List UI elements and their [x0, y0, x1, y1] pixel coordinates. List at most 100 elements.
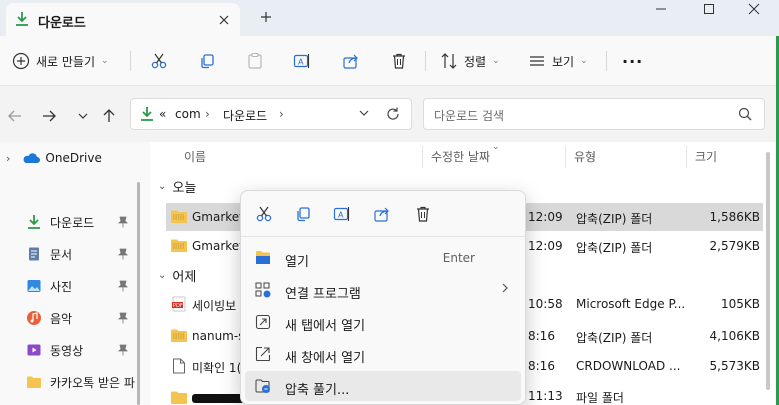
new-tab-icon[interactable]: [256, 7, 276, 27]
zip-folder-icon: [170, 209, 188, 224]
minimize-icon[interactable]: [638, 0, 684, 18]
file-type: CRDOWNLOAD ...: [576, 359, 681, 373]
cut-icon[interactable]: [253, 203, 275, 225]
sidebar-item-pictures[interactable]: 사진: [0, 274, 150, 298]
pin-icon: [118, 248, 128, 260]
document-icon: [26, 246, 42, 262]
rename-icon[interactable]: A: [331, 203, 353, 225]
column-header-name[interactable]: 이름: [184, 148, 206, 165]
sidebar-label: 문서: [50, 247, 73, 262]
file-modified: 8:16: [528, 329, 555, 343]
file-list-scrollbar[interactable]: [766, 152, 770, 390]
menu-item-extract[interactable]: 압축 풀기...: [245, 371, 521, 401]
new-window-icon: [255, 346, 271, 362]
pictures-icon: [26, 278, 42, 294]
folder-icon: [170, 390, 188, 405]
file-modified: 11:13: [528, 389, 563, 403]
tab-close-icon[interactable]: [214, 10, 234, 30]
view-button[interactable]: 보기 ⌄: [528, 48, 588, 74]
breadcrumb-chevron-icon[interactable]: ›: [279, 107, 284, 121]
menu-item-open-new-tab[interactable]: 새 탭에서 열기: [245, 307, 521, 337]
menu-item-open-new-window[interactable]: 새 창에서 열기: [245, 339, 521, 369]
cloud-icon: [22, 152, 41, 164]
paste-icon[interactable]: [244, 48, 266, 74]
pin-icon: [118, 216, 128, 228]
sidebar-item-onedrive[interactable]: › OneDrive: [0, 146, 150, 170]
delete-icon[interactable]: [412, 203, 434, 225]
sort-button[interactable]: 정렬 ⌄: [440, 48, 500, 74]
command-bar: 새로 만들기 ⌄ A 정렬 ⌄ 보기 ⌄ ···: [0, 36, 779, 86]
music-icon: [26, 310, 42, 326]
menu-item-open-with[interactable]: 연결 프로그램: [245, 275, 521, 305]
zip-folder-icon: [170, 238, 188, 253]
menu-item-label: 새 창에서 열기: [285, 351, 366, 366]
new-button[interactable]: 새로 만들기 ⌄: [12, 48, 109, 74]
group-header-yesterday[interactable]: ⌄ 어제: [158, 266, 196, 285]
up-arrow-icon[interactable]: [98, 105, 120, 127]
delete-icon[interactable]: [388, 48, 410, 74]
navpane-scrollbar[interactable]: [137, 182, 140, 405]
context-menu: A 열기 Enter 연결 프로그램 새 탭에서 열기 새 창에서 열기 압축 …: [240, 190, 527, 405]
open-folder-icon: [255, 250, 271, 265]
svg-text:A: A: [338, 211, 344, 220]
back-arrow-icon[interactable]: [4, 105, 26, 127]
column-header-size[interactable]: 크기: [695, 148, 717, 165]
sidebar-item-music[interactable]: 음악: [0, 306, 150, 330]
column-header-type[interactable]: 유형: [574, 148, 596, 165]
file-size: 2,579KB: [709, 239, 760, 253]
sidebar-label: 동영상: [50, 343, 84, 358]
address-dropdown-icon[interactable]: [358, 107, 370, 119]
pin-icon: [118, 280, 128, 292]
extract-zip-icon: [255, 378, 271, 394]
address-segment-downloads[interactable]: 다운로드: [223, 107, 267, 124]
breadcrumb-chevron-icon[interactable]: ›: [205, 107, 210, 121]
menu-item-label: 새 탭에서 열기: [285, 319, 366, 334]
copy-icon[interactable]: [292, 203, 314, 225]
sidebar-item-downloads[interactable]: 다운로드: [0, 210, 150, 234]
file-size: 5,573KB: [709, 359, 760, 373]
refresh-icon[interactable]: [385, 106, 401, 122]
menu-item-shortcut: Enter: [442, 251, 475, 265]
pin-icon: [118, 312, 128, 324]
share-icon[interactable]: [371, 203, 393, 225]
file-type: 파일 폴더: [576, 391, 624, 405]
sidebar-item-documents[interactable]: 문서: [0, 242, 150, 266]
download-icon: [14, 11, 30, 27]
tab-downloads[interactable]: 다운로드: [6, 3, 240, 36]
collapse-chevron-icon: ⌄: [158, 181, 167, 192]
more-options-button[interactable]: ···: [622, 48, 643, 74]
rename-icon[interactable]: A: [291, 48, 313, 74]
address-bar[interactable]: « com › 다운로드 ›: [130, 98, 412, 130]
share-icon[interactable]: [340, 48, 362, 74]
context-menu-quick-actions: A: [241, 191, 527, 237]
group-label: 오늘: [172, 181, 197, 196]
sidebar-item-videos[interactable]: 동영상: [0, 338, 150, 362]
address-overflow[interactable]: «: [159, 107, 166, 121]
search-input[interactable]: 다운로드 검색: [423, 98, 765, 130]
address-segment-com[interactable]: com: [175, 107, 201, 121]
file-type: 압축(ZIP) 폴더: [576, 241, 653, 255]
cut-icon[interactable]: [148, 48, 170, 74]
search-placeholder: 다운로드 검색: [434, 109, 505, 123]
search-icon[interactable]: [738, 107, 752, 121]
forward-arrow-icon[interactable]: [38, 105, 60, 127]
maximize-icon[interactable]: [686, 0, 732, 18]
file-modified: 12:09: [528, 239, 563, 253]
menu-item-open[interactable]: 열기 Enter: [245, 243, 521, 273]
group-header-today[interactable]: ⌄ 오늘: [158, 177, 196, 196]
expand-chevron-icon[interactable]: ›: [6, 152, 10, 165]
file-type: 압축(ZIP) 폴더: [576, 331, 653, 345]
sidebar-item-kakaotalk[interactable]: 카카오톡 받은 파: [0, 370, 138, 394]
copy-icon[interactable]: [196, 48, 218, 74]
close-window-icon[interactable]: [731, 0, 777, 18]
group-label: 어제: [172, 270, 197, 285]
recent-chevron-icon[interactable]: [72, 105, 94, 127]
download-icon: [139, 106, 155, 122]
new-label: 새로 만들기: [36, 54, 96, 69]
column-header-modified[interactable]: 수정한 날짜: [431, 148, 490, 165]
file-modified: 10:58: [528, 297, 563, 311]
more-icon: ···: [622, 51, 644, 71]
download-icon: [26, 214, 42, 230]
plus-circle-icon: [12, 52, 30, 70]
chevron-down-icon: ⌄: [492, 56, 500, 66]
